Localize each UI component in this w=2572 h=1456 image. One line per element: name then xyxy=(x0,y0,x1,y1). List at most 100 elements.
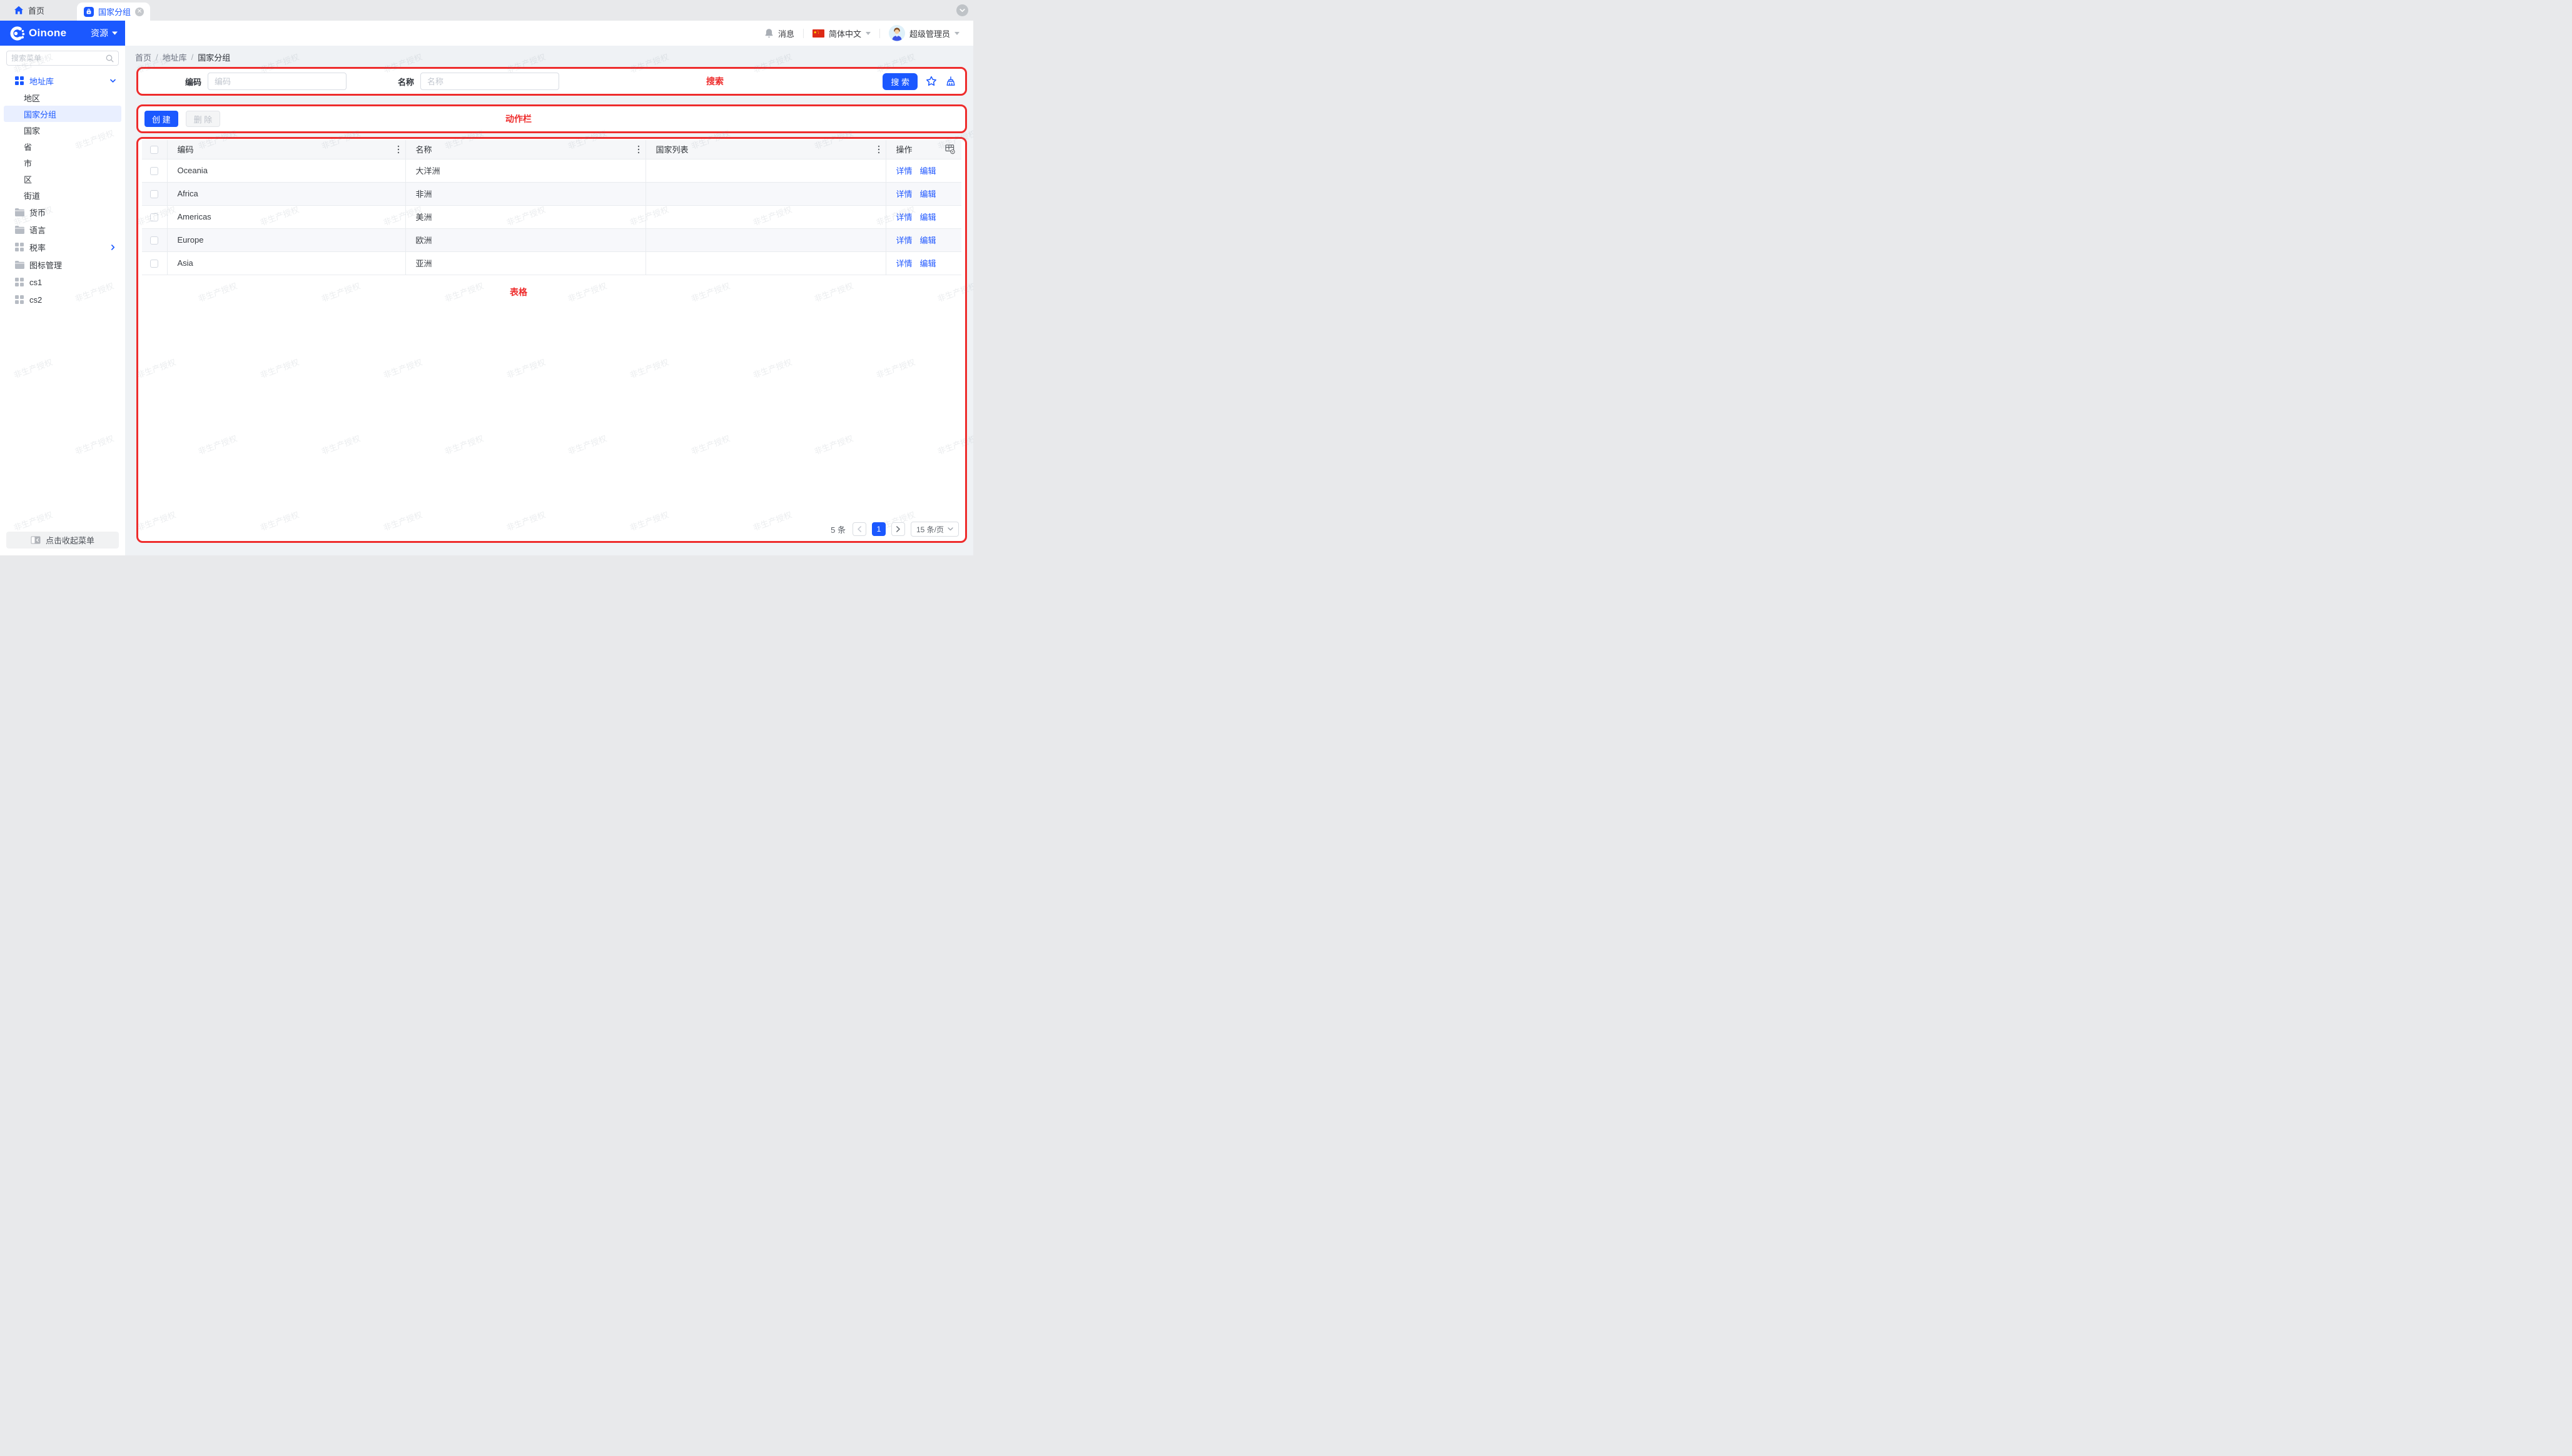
sidebar-item-语言[interactable]: 语言 xyxy=(0,221,125,238)
row-action-详情[interactable]: 详情 xyxy=(896,259,913,268)
sidebar-item-街道[interactable]: 街道 xyxy=(0,187,125,203)
create-button[interactable]: 创 建 xyxy=(144,111,178,127)
prev-page-button[interactable] xyxy=(853,522,866,536)
page-size-value: 15 条/页 xyxy=(916,524,944,535)
select-all-checkbox[interactable] xyxy=(150,146,158,154)
app-switcher[interactable]: 资源 xyxy=(91,27,118,39)
sidebar-item-cs2[interactable]: cs2 xyxy=(0,291,125,308)
table-row: Americas美洲详情编辑 xyxy=(142,205,961,228)
cell-actions: 详情编辑 xyxy=(886,228,961,251)
menu-search-box[interactable] xyxy=(6,51,119,66)
field-input[interactable] xyxy=(420,73,559,90)
row-checkbox[interactable] xyxy=(150,167,158,175)
sidebar-item-地区[interactable]: 地区 xyxy=(0,89,125,106)
cell-actions: 详情编辑 xyxy=(886,205,961,228)
sidebar-item-省[interactable]: 省 xyxy=(0,138,125,154)
avatar xyxy=(889,25,905,41)
sidebar-item-国家[interactable]: 国家 xyxy=(0,122,125,138)
annotation-table: 表格 xyxy=(510,286,527,298)
divider xyxy=(803,29,804,38)
cell-code: Oceania xyxy=(167,159,405,182)
favorite-star-icon[interactable] xyxy=(926,76,937,87)
brand-name: Oinone xyxy=(29,27,66,39)
tab-icon xyxy=(84,7,94,17)
field-input[interactable] xyxy=(208,73,347,90)
sidebar-item-图标管理[interactable]: 图标管理 xyxy=(0,256,125,273)
row-action-详情[interactable]: 详情 xyxy=(896,166,913,176)
row-action-详情[interactable]: 详情 xyxy=(896,213,913,222)
messages-label: 消息 xyxy=(778,28,794,39)
column-header: 名称 xyxy=(416,143,432,155)
sidebar-item-label: cs1 xyxy=(29,278,42,287)
tab-bar: 首页 国家分组 ✕ xyxy=(0,0,973,21)
sidebar-item-label: 国家 xyxy=(24,124,40,136)
brand-block[interactable]: Oinone 资源 xyxy=(0,21,125,46)
row-action-编辑[interactable]: 编辑 xyxy=(920,166,936,176)
user-menu[interactable]: 超级管理员 xyxy=(889,25,959,41)
close-icon[interactable]: ✕ xyxy=(135,8,144,16)
sidebar-item-label: 街道 xyxy=(24,190,40,201)
breadcrumb-item[interactable]: 国家分组 xyxy=(198,51,230,63)
caret-down-icon xyxy=(112,31,118,35)
tab-home[interactable]: 首页 xyxy=(14,4,44,16)
sidebar-item-地址库[interactable]: 地址库 xyxy=(0,72,125,89)
cell-actions: 详情编辑 xyxy=(886,251,961,275)
column-menu-dots-icon[interactable] xyxy=(878,145,880,154)
field-label: 编码 xyxy=(185,76,201,88)
breadcrumb-separator: / xyxy=(156,53,158,62)
clear-broom-icon[interactable] xyxy=(945,76,956,87)
next-page-button[interactable] xyxy=(891,522,905,536)
row-action-编辑[interactable]: 编辑 xyxy=(920,190,936,199)
page-size-select[interactable]: 15 条/页 xyxy=(911,522,959,537)
sidebar-item-国家分组[interactable]: 国家分组 xyxy=(4,106,121,122)
breadcrumb-item[interactable]: 地址库 xyxy=(163,51,187,63)
row-checkbox[interactable] xyxy=(150,190,158,198)
row-action-编辑[interactable]: 编辑 xyxy=(920,236,936,245)
sidebar-item-区[interactable]: 区 xyxy=(0,171,125,187)
delete-button[interactable]: 删 除 xyxy=(186,111,221,127)
cell-countries xyxy=(646,228,886,251)
page-number[interactable]: 1 xyxy=(872,522,886,536)
grid-icon xyxy=(15,243,24,251)
sidebar-item-税率[interactable]: 税率 xyxy=(0,238,125,256)
collapse-menu-button[interactable]: 点击收起菜单 xyxy=(6,532,119,549)
chevron-down-icon xyxy=(948,527,953,531)
table-settings-icon[interactable] xyxy=(945,144,956,154)
sidebar-item-label: 区 xyxy=(24,173,32,185)
chevron-right-icon xyxy=(896,526,901,532)
row-action-编辑[interactable]: 编辑 xyxy=(920,213,936,222)
menu-search-input[interactable] xyxy=(11,54,106,63)
search-button[interactable]: 搜 索 xyxy=(883,73,918,90)
table-header-row: 编码 名称 国家列表 xyxy=(142,140,961,159)
row-action-详情[interactable]: 详情 xyxy=(896,236,913,245)
row-action-编辑[interactable]: 编辑 xyxy=(920,259,936,268)
sidebar: 地址库地区国家分组国家省市区街道货币语言税率图标管理 cs1 cs2 点击收起菜单 xyxy=(0,46,125,555)
cell-name: 美洲 xyxy=(405,205,646,228)
chevron-down-icon[interactable] xyxy=(956,4,968,16)
collapse-menu-label: 点击收起菜单 xyxy=(46,534,94,546)
row-checkbox[interactable] xyxy=(150,213,158,221)
messages-button[interactable]: 消息 xyxy=(764,28,794,39)
column-header: 国家列表 xyxy=(656,143,689,155)
breadcrumb-separator: / xyxy=(191,53,194,62)
breadcrumb-item[interactable]: 首页 xyxy=(135,51,151,63)
sidebar-item-label: 市 xyxy=(24,157,32,169)
sidebar-item-市[interactable]: 市 xyxy=(0,154,125,171)
table-row: Europe欧洲详情编辑 xyxy=(142,228,961,251)
chevron-down-icon xyxy=(109,78,116,84)
row-checkbox[interactable] xyxy=(150,236,158,245)
sidebar-item-cs1[interactable]: cs1 xyxy=(0,273,125,291)
row-action-详情[interactable]: 详情 xyxy=(896,190,913,199)
tab-active[interactable]: 国家分组 ✕ xyxy=(77,3,150,21)
cell-name: 欧洲 xyxy=(405,228,646,251)
folder-icon xyxy=(15,261,24,269)
folder-icon xyxy=(15,226,24,234)
pagination: 5 条 1 15 条/页 xyxy=(831,522,959,537)
table-panel: 编码 名称 国家列表 xyxy=(136,137,967,543)
column-menu-dots-icon[interactable] xyxy=(397,145,400,154)
language-selector[interactable]: 简体中文 xyxy=(813,28,871,39)
column-menu-dots-icon[interactable] xyxy=(637,145,640,154)
chevron-left-icon xyxy=(857,526,862,532)
sidebar-item-货币[interactable]: 货币 xyxy=(0,203,125,221)
row-checkbox[interactable] xyxy=(150,260,158,268)
